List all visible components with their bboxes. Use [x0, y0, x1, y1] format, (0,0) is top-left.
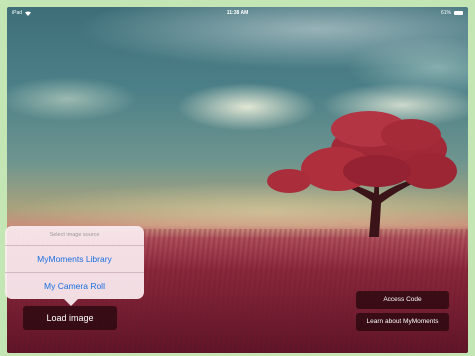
learn-about-button[interactable]: Learn about MyMoments: [356, 313, 449, 331]
tree-image: [267, 111, 457, 237]
image-source-popover: Select image source MyMoments Library My…: [5, 226, 144, 299]
popover-arrow: [64, 299, 78, 306]
status-bar: iPad 11:38 AM 61%: [7, 7, 468, 19]
load-image-button[interactable]: Load image: [23, 306, 117, 330]
battery-icon: [454, 11, 463, 15]
status-time: 11:38 AM: [226, 10, 249, 16]
battery-percent: 61%: [440, 10, 451, 16]
access-code-button[interactable]: Access Code: [356, 291, 449, 309]
option-camera-roll[interactable]: My Camera Roll: [5, 272, 144, 299]
popover-title: Select image source: [49, 232, 100, 238]
option-mymoments-library[interactable]: MyMoments Library: [5, 245, 144, 272]
